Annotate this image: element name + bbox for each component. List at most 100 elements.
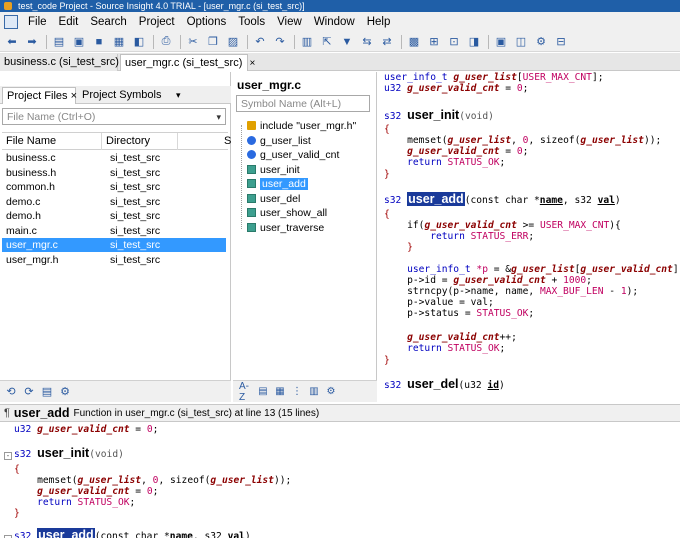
forward-icon[interactable]: ➡ bbox=[24, 34, 40, 50]
tab-label: business.c (si_test_src) bbox=[4, 56, 119, 68]
symbol-item-selected[interactable]: user_add bbox=[247, 177, 308, 191]
list-item[interactable]: user_mgr.h si_test_src bbox=[2, 253, 226, 267]
redo-icon[interactable]: ↷ bbox=[272, 34, 288, 50]
bookmark-icon[interactable]: ▼ bbox=[339, 34, 355, 50]
book-icon[interactable]: ▥ bbox=[307, 385, 321, 399]
menu-options[interactable]: Options bbox=[181, 12, 233, 32]
relation-icon[interactable]: ⊞ bbox=[426, 34, 442, 50]
symbol-item[interactable]: include "user_mgr.h" bbox=[247, 119, 356, 133]
menu-view[interactable]: View bbox=[271, 12, 308, 32]
options-icon[interactable]: ◫ bbox=[513, 34, 529, 50]
settings-icon[interactable]: ⚙ bbox=[533, 34, 549, 50]
file-name-search-input[interactable]: File Name (Ctrl+O) ▾ bbox=[2, 108, 226, 125]
menu-search[interactable]: Search bbox=[84, 12, 132, 32]
close-file-icon[interactable]: ◧ bbox=[131, 34, 147, 50]
symbol-item[interactable]: user_show_all bbox=[247, 206, 327, 220]
code-editor[interactable]: user_info_t g_user_list[USER_MAX_CNT]; u… bbox=[378, 72, 680, 402]
list-view-icon[interactable]: ▤ bbox=[256, 385, 270, 399]
file-dir: si_test_src bbox=[110, 210, 161, 222]
file-dir: si_test_src bbox=[110, 195, 161, 208]
symbol-window-icon[interactable]: ▥ bbox=[299, 34, 315, 50]
details-icon[interactable]: ▤ bbox=[40, 385, 54, 399]
panel-menu-icon[interactable]: ▾ bbox=[172, 87, 186, 104]
chevron-down-icon[interactable]: ▾ bbox=[216, 110, 221, 124]
jump-icon[interactable]: ⇱ bbox=[319, 34, 335, 50]
sort-az-icon[interactable]: A-Z bbox=[239, 381, 253, 403]
list-item[interactable]: main.c si_test_src bbox=[2, 224, 226, 238]
save-icon[interactable]: ■ bbox=[91, 34, 107, 50]
copy-icon[interactable]: ❐ bbox=[205, 34, 221, 50]
function-icon bbox=[247, 193, 256, 203]
print-icon[interactable]: ⎙ bbox=[158, 34, 174, 50]
close-panel-icon[interactable]: × bbox=[71, 90, 77, 102]
document-icon[interactable] bbox=[4, 15, 18, 29]
undo-icon[interactable]: ↶ bbox=[252, 34, 268, 50]
list-item[interactable]: business.h si_test_src bbox=[2, 166, 226, 180]
fold-toggle-icon[interactable]: - bbox=[4, 452, 12, 460]
symbol-item[interactable]: g_user_valid_cnt bbox=[247, 148, 339, 162]
file-name: main.c bbox=[6, 224, 37, 237]
project-icon[interactable]: ▣ bbox=[493, 34, 509, 50]
cut-icon[interactable]: ✂ bbox=[185, 34, 201, 50]
tab-business-c[interactable]: business.c (si_test_src) bbox=[0, 54, 119, 71]
layout-icon[interactable]: ⊟ bbox=[553, 34, 569, 50]
list-item[interactable]: demo.h si_test_src bbox=[2, 209, 226, 223]
menu-help[interactable]: Help bbox=[361, 12, 397, 32]
toolbar: ⬅ ➡ ▤ ▣ ■ ▦ ◧ ⎙ ✂ ❐ ▨ ↶ ↷ ▥ ⇱ ▼ ⇆ ⇄ ▩ ⊞ … bbox=[0, 32, 680, 52]
column-s[interactable]: S bbox=[220, 133, 231, 150]
tab-user-mgr-c[interactable]: user_mgr.c (si_test_src) × bbox=[120, 54, 255, 71]
code-line: { bbox=[384, 209, 390, 220]
close-tab-icon[interactable]: × bbox=[249, 58, 255, 69]
gear-icon[interactable]: ⚙ bbox=[58, 385, 72, 399]
menu-project[interactable]: Project bbox=[133, 12, 181, 32]
new-file-icon[interactable]: ▤ bbox=[51, 34, 67, 50]
filter-icon[interactable]: ⋮ bbox=[290, 385, 304, 399]
list-item[interactable]: demo.c si_test_src bbox=[2, 195, 226, 209]
code-line: return STATUS_OK; bbox=[384, 343, 506, 354]
menu-file[interactable]: File bbox=[22, 12, 53, 32]
function-declaration: s32 user_add(const char *name, s32 val) bbox=[384, 192, 621, 206]
symbol-label: user_del bbox=[260, 192, 301, 205]
context-icon[interactable]: ◨ bbox=[466, 34, 482, 50]
paste-icon[interactable]: ▨ bbox=[225, 34, 241, 50]
category-icon[interactable]: ▦ bbox=[273, 385, 287, 399]
list-item[interactable]: business.c si_test_src bbox=[2, 151, 226, 165]
search-placeholder: File Name (Ctrl+O) bbox=[7, 111, 96, 123]
column-file-name[interactable]: File Name bbox=[2, 133, 102, 150]
symbol-label: user_init bbox=[260, 163, 300, 176]
symbol-item[interactable]: user_del bbox=[247, 192, 300, 206]
symbol-item[interactable]: user_init bbox=[247, 163, 300, 177]
code-line: user_info_t *p = &g_user_list[g_user_val… bbox=[384, 264, 680, 275]
menu-window[interactable]: Window bbox=[308, 12, 361, 32]
open-folder-icon[interactable]: ▣ bbox=[71, 34, 87, 50]
list-item[interactable]: common.h si_test_src bbox=[2, 180, 226, 194]
symbol-item[interactable]: g_user_list bbox=[247, 134, 311, 148]
context-window-header: ¶ user_add Function in user_mgr.c (si_te… bbox=[0, 404, 680, 422]
tab-project-symbols[interactable]: Project Symbols bbox=[78, 87, 168, 104]
list-item-selected[interactable]: user_mgr.c si_test_src bbox=[2, 238, 226, 252]
column-directory[interactable]: Directory bbox=[102, 133, 178, 150]
menu-edit[interactable]: Edit bbox=[53, 12, 85, 32]
variable-icon bbox=[247, 135, 256, 145]
symbol-window-title: user_mgr.c bbox=[237, 78, 302, 92]
lookup-icon[interactable]: ▩ bbox=[406, 34, 422, 50]
sync-files-icon[interactable]: ⟲ bbox=[4, 385, 18, 399]
function-icon bbox=[247, 222, 256, 232]
context-window[interactable]: u32 g_user_valid_cnt = 0; - s32 user_ini… bbox=[0, 422, 680, 538]
browse-icon[interactable]: ⇄ bbox=[379, 34, 395, 50]
file-dir: si_test_src bbox=[110, 224, 161, 237]
tab-label: user_mgr.c (si_test_src) bbox=[125, 57, 243, 69]
refresh-icon[interactable]: ⟳ bbox=[22, 385, 36, 399]
gear-icon[interactable]: ⚙ bbox=[324, 385, 338, 399]
save-all-icon[interactable]: ▦ bbox=[111, 34, 127, 50]
toolbar-separator bbox=[46, 34, 47, 49]
replace-icon[interactable]: ⇆ bbox=[359, 34, 375, 50]
symbol-item[interactable]: user_traverse bbox=[247, 221, 324, 235]
menu-tools[interactable]: Tools bbox=[232, 12, 271, 32]
tab-project-files[interactable]: Project Files × bbox=[2, 87, 77, 104]
symbol-name-search-input[interactable]: Symbol Name (Alt+L) bbox=[236, 95, 370, 112]
back-icon[interactable]: ⬅ bbox=[4, 34, 20, 50]
sync-icon[interactable]: ⊡ bbox=[446, 34, 462, 50]
toolbar-separator bbox=[401, 34, 402, 49]
include-icon bbox=[247, 121, 256, 130]
